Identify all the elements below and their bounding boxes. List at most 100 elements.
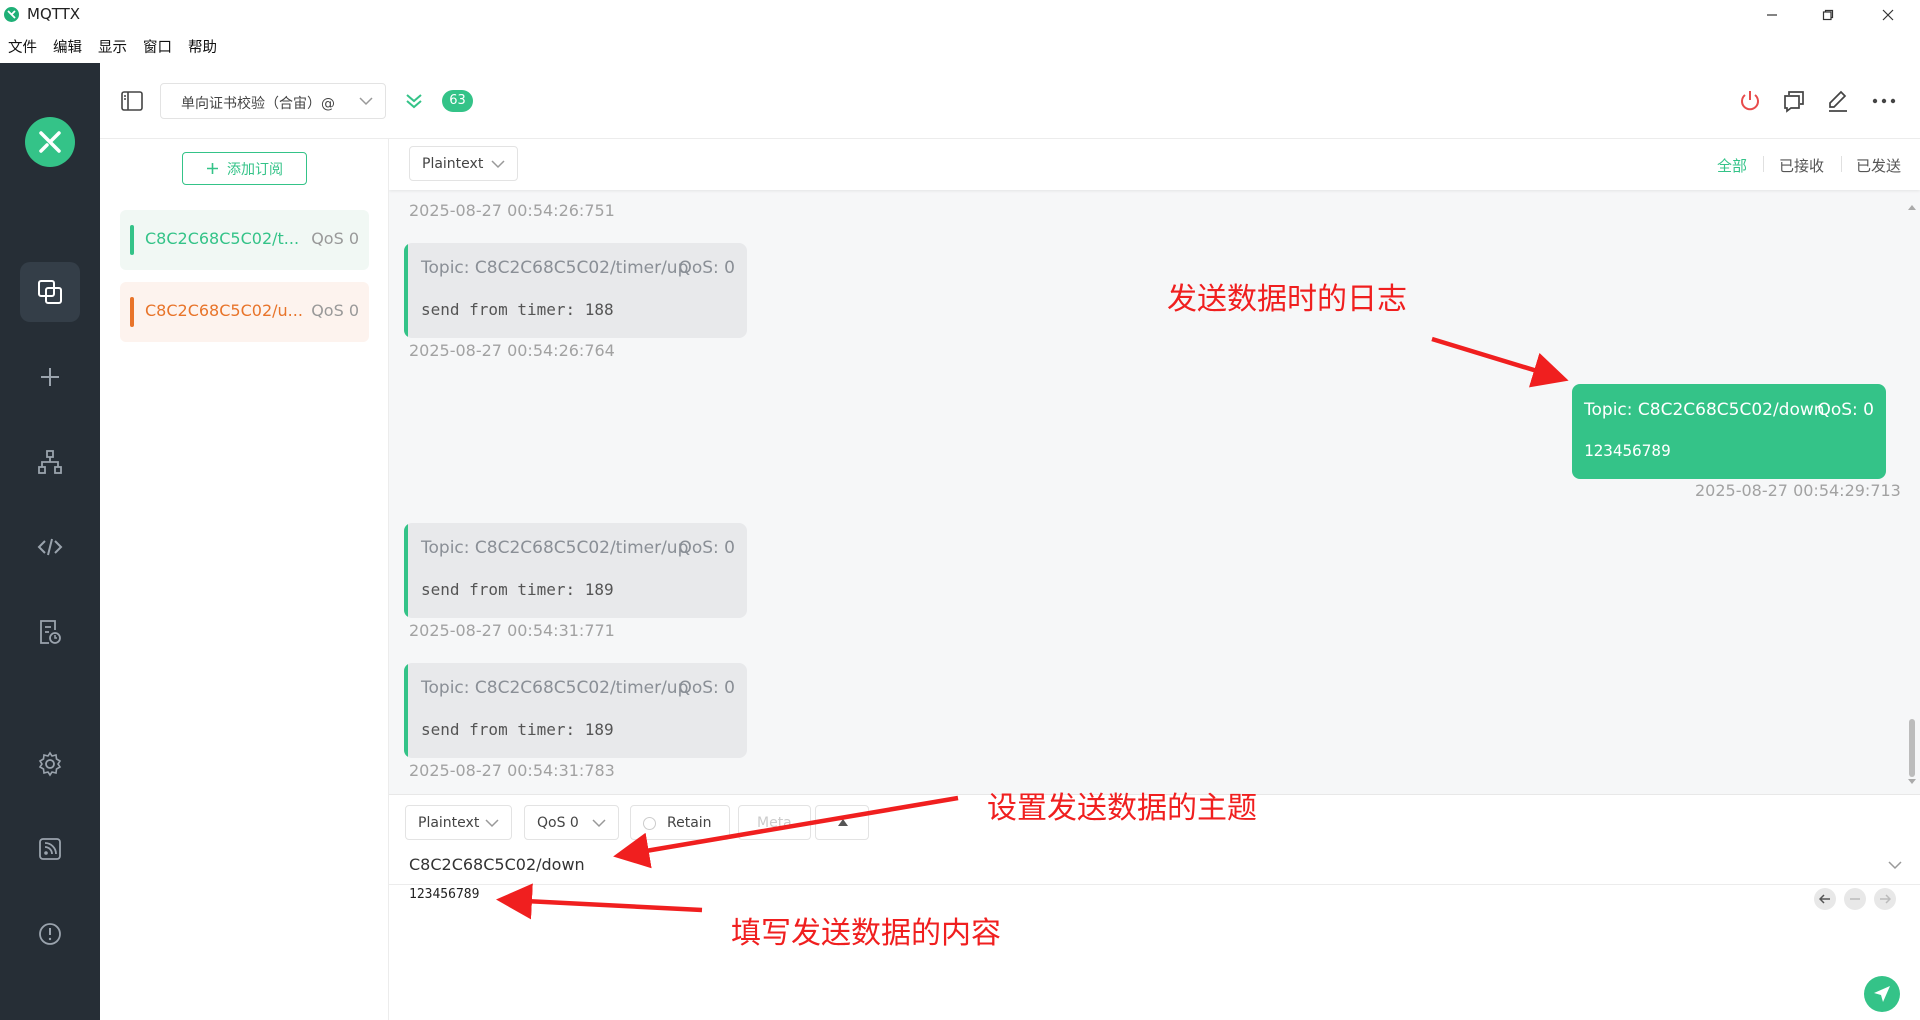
- retain-toggle[interactable]: Retain: [630, 805, 730, 840]
- minimize-button[interactable]: [1744, 0, 1800, 29]
- retain-label: Retain: [667, 815, 712, 831]
- history-forward-button[interactable]: [1874, 888, 1896, 910]
- message-qos: QoS: 0: [678, 258, 735, 278]
- scroll-up-arrow[interactable]: [1908, 205, 1916, 210]
- subscription-color-bar: [130, 225, 134, 255]
- topology-icon[interactable]: [20, 432, 80, 492]
- message-topic: Topic: C8C2C68C5C02/timer/up: [421, 538, 689, 558]
- publish-topic-input[interactable]: [409, 851, 1879, 877]
- log-icon[interactable]: [20, 602, 80, 662]
- menu-edit[interactable]: 编辑: [53, 36, 82, 57]
- payload-format-select[interactable]: Plaintext: [409, 146, 518, 181]
- message-color-bar: [404, 663, 408, 758]
- scrollbar-thumb[interactable]: [1909, 719, 1915, 777]
- publish-divider: [389, 884, 1920, 885]
- script-icon[interactable]: [20, 517, 80, 577]
- chevron-down-icon: [592, 819, 606, 828]
- message-time: 2025-08-27 00:54:29:713: [1695, 481, 1901, 500]
- payload-format-value: Plaintext: [422, 156, 484, 172]
- scroll-down-arrow[interactable]: [1908, 779, 1916, 784]
- filter-divider: [1763, 156, 1764, 172]
- menu-view[interactable]: 显示: [98, 36, 127, 57]
- subscription-topic: C8C2C68C5C02/t...: [145, 229, 300, 248]
- subscription-item[interactable]: C8C2C68C5C02/t... QoS 0: [120, 210, 369, 270]
- menu-help[interactable]: 帮助: [188, 36, 217, 57]
- connection-select[interactable]: 单向证书校验（合宙）@: [160, 83, 386, 119]
- message-topic: Topic: C8C2C68C5C02/timer/up: [421, 258, 689, 278]
- message-time: 2025-08-27 00:54:26:764: [409, 341, 615, 360]
- retain-radio[interactable]: [643, 817, 656, 830]
- sidebar-toggle-icon[interactable]: [120, 89, 144, 113]
- message-color-bar: [404, 243, 408, 338]
- sent-message[interactable]: Topic: C8C2C68C5C02/down QoS: 0 12345678…: [1572, 384, 1886, 479]
- message-qos: QoS: 0: [678, 538, 735, 558]
- subscription-item[interactable]: C8C2C68C5C02/u... QoS 0: [120, 282, 369, 342]
- minus-icon: [1850, 898, 1860, 900]
- send-icon: [1874, 986, 1890, 1002]
- annotation-log: 发送数据时的日志: [1167, 282, 1407, 317]
- received-message[interactable]: Topic: C8C2C68C5C02/timer/up QoS: 0 send…: [404, 523, 747, 618]
- menu-bar: 文件 编辑 显示 窗口 帮助: [0, 29, 1920, 63]
- subscription-qos: QoS 0: [311, 229, 359, 248]
- message-topic: Topic: C8C2C68C5C02/down: [1584, 400, 1825, 420]
- menu-window[interactable]: 窗口: [143, 36, 172, 57]
- subscription-qos: QoS 0: [311, 301, 359, 320]
- annotation-content: 填写发送数据的内容: [731, 916, 1001, 951]
- message-toolbar: Plaintext 全部 已接收 已发送: [389, 139, 1920, 190]
- received-message[interactable]: Topic: C8C2C68C5C02/timer/up QoS: 0 send…: [404, 243, 747, 338]
- chevron-down-icon[interactable]: [1888, 861, 1902, 870]
- add-subscription-button[interactable]: 添加订阅: [182, 152, 307, 185]
- annotation-topic: 设置发送数据的主题: [987, 791, 1257, 826]
- message-topic: Topic: C8C2C68C5C02/timer/up: [421, 678, 689, 698]
- history-back-button[interactable]: [1814, 888, 1836, 910]
- meta-label: Meta: [757, 815, 792, 831]
- publish-panel: Plaintext QoS 0 Retain Meta: [389, 794, 1920, 1020]
- message-qos: QoS: 0: [1817, 400, 1874, 420]
- about-icon[interactable]: [20, 904, 80, 964]
- publish-qos-value: QoS 0: [537, 815, 579, 831]
- filter-all-tab[interactable]: 全部: [1717, 155, 1747, 176]
- menu-file[interactable]: 文件: [8, 36, 37, 57]
- filter-sent-tab[interactable]: 已发送: [1856, 155, 1901, 176]
- message-payload: send from timer: 189: [421, 580, 614, 599]
- meta-button[interactable]: Meta: [738, 805, 811, 840]
- plus-icon: [207, 163, 218, 174]
- message-time: 2025-08-27 00:54:26:751: [409, 201, 615, 220]
- disconnect-icon[interactable]: [1736, 87, 1764, 115]
- mqttx-logo-icon: [25, 117, 75, 167]
- message-payload: send from timer: 188: [421, 300, 614, 319]
- publish-format-value: Plaintext: [418, 815, 480, 831]
- feed-icon[interactable]: [20, 819, 80, 879]
- left-nav: [0, 63, 100, 1020]
- add-icon[interactable]: [20, 347, 80, 407]
- new-window-icon[interactable]: [1780, 87, 1808, 115]
- connections-icon[interactable]: [20, 262, 80, 322]
- edit-icon[interactable]: [1824, 87, 1852, 115]
- received-message[interactable]: Topic: C8C2C68C5C02/timer/up QoS: 0 send…: [404, 663, 747, 758]
- chevron-down-icon: [485, 819, 499, 828]
- subscriptions-panel: 添加订阅 C8C2C68C5C02/t... QoS 0 C8C2C68C5C0…: [100, 139, 389, 1020]
- message-payload: 123456789: [1584, 441, 1671, 460]
- close-window-button[interactable]: [1860, 0, 1916, 29]
- message-qos: QoS: 0: [678, 678, 735, 698]
- title-bar: MQTTX: [0, 0, 1920, 29]
- settings-icon[interactable]: [20, 734, 80, 794]
- add-subscription-label: 添加订阅: [227, 161, 283, 178]
- publish-qos-select[interactable]: QoS 0: [524, 805, 619, 840]
- message-time: 2025-08-27 00:54:31:783: [409, 761, 615, 780]
- publish-format-select[interactable]: Plaintext: [405, 805, 512, 840]
- expand-publish-button[interactable]: [815, 805, 869, 840]
- message-payload: send from timer: 189: [421, 720, 614, 739]
- history-clear-button[interactable]: [1844, 888, 1866, 910]
- send-button[interactable]: [1864, 976, 1900, 1012]
- message-count-badge: 63: [442, 90, 473, 112]
- more-icon[interactable]: [1870, 87, 1898, 115]
- chevron-down-icon: [359, 97, 373, 106]
- collapse-down-icon[interactable]: [402, 89, 426, 113]
- arrow-right-icon: [1880, 894, 1891, 904]
- triangle-up-icon: [838, 819, 848, 826]
- message-list: Plaintext 全部 已接收 已发送 2025-08-27 00:54:26…: [389, 139, 1920, 794]
- message-time: 2025-08-27 00:54:31:771: [409, 621, 615, 640]
- restore-button[interactable]: [1800, 0, 1856, 29]
- filter-received-tab[interactable]: 已接收: [1779, 155, 1824, 176]
